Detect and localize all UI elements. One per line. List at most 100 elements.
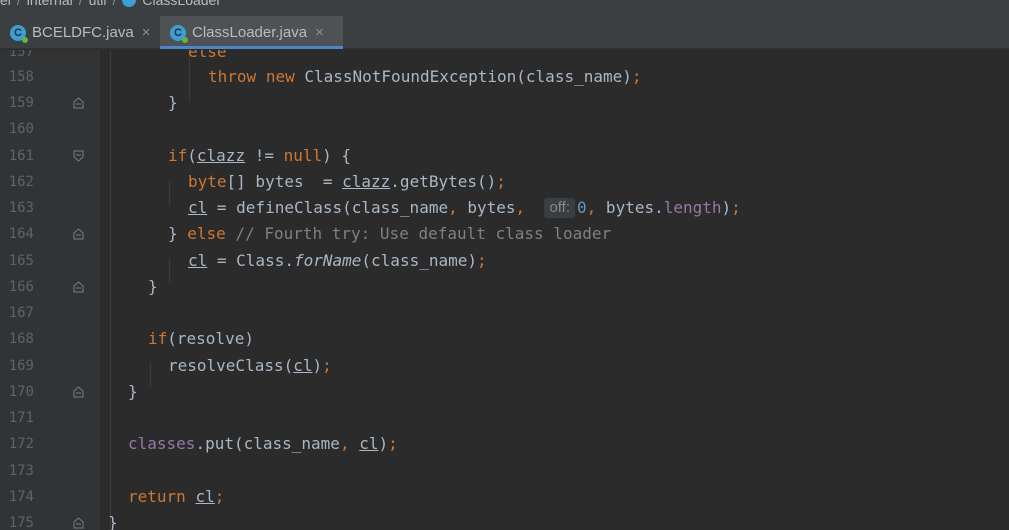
breadcrumb-item[interactable]: ClassLoader <box>142 0 221 8</box>
code-text[interactable]: cl = defineClass(class_name, bytes, off:… <box>188 195 741 221</box>
breadcrumb-item[interactable]: internal <box>27 0 73 8</box>
tab-classloader[interactable]: C ClassLoader.java × <box>160 16 343 49</box>
code-text[interactable]: throw new ClassNotFoundException(class_n… <box>208 64 642 90</box>
code-line: 159 } <box>0 90 1009 116</box>
code-line: 171 <box>0 405 1009 431</box>
code-line: 169 resolveClass(cl); <box>0 353 1009 379</box>
line-number: 163 <box>8 200 34 216</box>
token: = Class. <box>207 251 294 270</box>
code-text[interactable]: if(resolve) <box>148 326 254 352</box>
punctuation: ; <box>214 487 225 506</box>
token: ClassNotFoundException(class_name) <box>304 67 632 86</box>
token: .getBytes() <box>390 172 497 191</box>
variable: cl <box>195 487 215 506</box>
token: } <box>108 513 118 530</box>
code-text[interactable]: } <box>128 379 138 405</box>
fold-marker-icon[interactable] <box>73 386 84 398</box>
class-file-icon: C <box>10 24 28 43</box>
line-number: 174 <box>8 489 34 505</box>
punctuation: ; <box>388 434 398 453</box>
code-text[interactable]: } <box>108 510 118 530</box>
code-line: 160 <box>0 116 1009 142</box>
code-editor[interactable]: 157 else 158 throw new ClassNotFoundExce… <box>0 50 1009 530</box>
token: ) <box>721 198 732 217</box>
line-number: 167 <box>8 305 34 321</box>
code-text[interactable]: } <box>168 90 178 116</box>
token: (resolve) <box>167 329 254 348</box>
code-line: 173 <box>0 458 1009 484</box>
code-line: 163 cl = defineClass(class_name, bytes, … <box>0 195 1009 221</box>
token: } <box>168 93 178 112</box>
breadcrumb-separator: / <box>112 0 117 8</box>
breadcrumb-separator: / <box>16 0 21 8</box>
close-icon[interactable]: × <box>315 24 324 41</box>
code-text[interactable]: if(clazz != null) { <box>168 143 351 169</box>
line-number: 169 <box>8 358 34 374</box>
breadcrumb-item[interactable]: el <box>0 0 11 8</box>
code-text[interactable]: } <box>148 274 158 300</box>
tab-label: BCELDFC.java <box>32 24 134 41</box>
keyword: if <box>168 146 188 165</box>
fold-marker-icon[interactable] <box>73 150 84 162</box>
code-text[interactable]: cl = Class.forName(class_name); <box>188 248 487 274</box>
field: classes <box>128 434 196 453</box>
class-file-icon: C <box>170 24 188 43</box>
tab-bceldfc[interactable]: C BCELDFC.java × <box>10 16 158 49</box>
code-line: 166 } <box>0 274 1009 300</box>
line-number: 160 <box>8 121 34 137</box>
code-text[interactable]: else <box>188 50 227 65</box>
line-number: 159 <box>8 95 34 111</box>
code-line: 161 if(clazz != null) { <box>0 143 1009 169</box>
keyword: return <box>128 487 186 506</box>
code-line: 170 } <box>0 379 1009 405</box>
punctuation: ; <box>631 67 642 86</box>
number-literal: 0 <box>577 198 587 217</box>
code-text[interactable]: classes.put(class_name, cl); <box>128 431 398 457</box>
fold-marker-icon[interactable] <box>73 281 84 293</box>
line-number: 164 <box>8 226 34 242</box>
code-line: 168 if(resolve) <box>0 326 1009 352</box>
line-number: 171 <box>8 410 34 426</box>
punctuation: , <box>515 198 526 217</box>
code-text[interactable]: resolveClass(cl); <box>168 353 332 379</box>
keyword: throw <box>208 67 257 86</box>
code-text[interactable]: byte[] bytes = clazz.getBytes(); <box>188 169 506 195</box>
token: resolveClass( <box>168 356 294 375</box>
token: ( <box>187 146 197 165</box>
variable: cl <box>359 434 379 453</box>
breadcrumb-separator: / <box>78 0 83 8</box>
token: ) <box>312 356 323 375</box>
code-line: 172 classes.put(class_name, cl); <box>0 431 1009 457</box>
variable: cl <box>293 356 313 375</box>
token: .put(class_name <box>195 434 340 453</box>
class-file-icon <box>122 0 137 7</box>
token: bytes. <box>596 198 664 217</box>
line-number: 158 <box>8 69 34 85</box>
punctuation: ; <box>496 172 506 191</box>
line-number: 161 <box>8 148 34 164</box>
punctuation: , <box>586 198 597 217</box>
line-number: 162 <box>8 174 34 190</box>
keyword: else <box>188 50 227 61</box>
token: = defineClass(class_name <box>207 198 449 217</box>
token: } <box>128 382 138 401</box>
breadcrumb-item[interactable]: util <box>89 0 107 8</box>
fold-marker-icon[interactable] <box>73 228 84 240</box>
keyword: byte <box>188 172 227 191</box>
punctuation: , <box>339 434 350 453</box>
code-text[interactable]: return cl; <box>128 484 224 510</box>
fold-marker-icon[interactable] <box>73 97 84 109</box>
variable: clazz <box>196 146 246 165</box>
method-call: forName <box>293 251 362 270</box>
punctuation: ; <box>477 251 487 270</box>
token: } <box>148 277 158 296</box>
line-number: 173 <box>8 463 34 479</box>
fold-marker-icon[interactable] <box>73 517 84 529</box>
keyword: null <box>283 146 323 165</box>
code-text[interactable]: } else // Fourth try: Use default class … <box>168 221 611 247</box>
keyword: new <box>265 67 295 86</box>
variable: cl <box>188 251 208 270</box>
line-number: 157 <box>8 50 34 60</box>
token: [] bytes = <box>226 172 343 191</box>
close-icon[interactable]: × <box>142 24 151 41</box>
